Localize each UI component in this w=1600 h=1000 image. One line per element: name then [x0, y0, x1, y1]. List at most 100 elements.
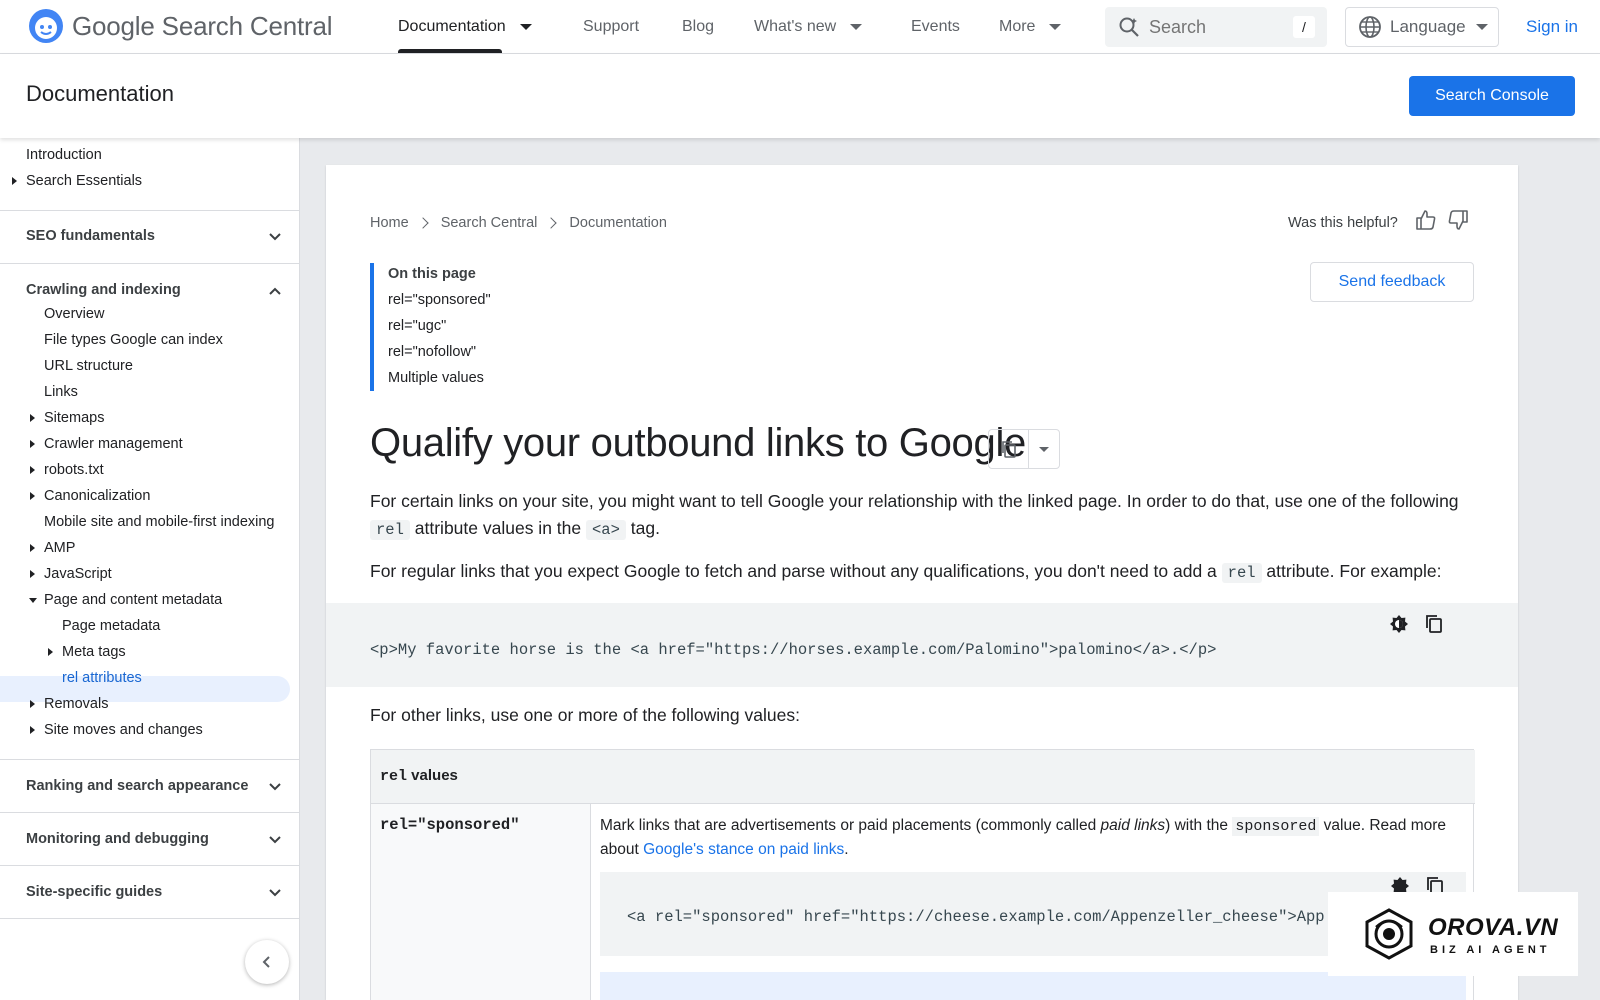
send-feedback-button[interactable]: Send feedback	[1310, 262, 1474, 302]
language-selector[interactable]: Language	[1345, 7, 1499, 47]
chevron-down-icon[interactable]	[268, 886, 282, 900]
breadcrumb-search-central[interactable]: Search Central	[441, 215, 538, 231]
sidebar-item-overview[interactable]: Overview	[44, 301, 104, 327]
collapse-arrow-icon	[29, 597, 37, 603]
chevron-down-icon[interactable]	[268, 833, 282, 847]
copy-icon	[1001, 441, 1016, 458]
expand-arrow-icon	[30, 440, 35, 448]
chevron-down-icon	[850, 24, 863, 30]
breadcrumb-home[interactable]: Home	[370, 215, 409, 231]
toc-item[interactable]: rel="ugc"	[388, 318, 446, 334]
chevron-down-icon	[1049, 24, 1062, 30]
toc-item[interactable]: rel="nofollow"	[388, 344, 476, 360]
chevron-right-icon	[545, 217, 558, 229]
sidebar-item-amp[interactable]: AMP	[30, 535, 75, 561]
search-console-button[interactable]: Search Console	[1409, 76, 1575, 116]
sidebar-item-page-metadata[interactable]: Page metadata	[62, 613, 160, 639]
chevron-left-icon	[262, 956, 270, 968]
globe-icon	[1359, 16, 1381, 38]
language-label: Language	[1390, 17, 1466, 36]
code-example-block: <p>My favorite horse is the <a href="htt…	[326, 603, 1518, 687]
table-header: rel values	[371, 750, 1475, 804]
site-logo[interactable]: Google Search Central	[28, 8, 332, 44]
sidebar-section-seo-fundamentals[interactable]: SEO fundamentals	[26, 228, 155, 244]
expand-arrow-icon	[30, 544, 35, 552]
paid-links-link[interactable]: Google's stance on paid links	[643, 841, 844, 858]
watermark-badge: OROVA.VN BIZ AI AGENT	[1328, 892, 1578, 976]
sidebar-item-url-structure[interactable]: URL structure	[44, 353, 133, 379]
code-text: <p>My favorite horse is the <a href="htt…	[370, 641, 1217, 659]
expand-arrow-icon	[30, 570, 35, 578]
sidebar-section-site-specific[interactable]: Site-specific guides	[26, 884, 162, 900]
note-callout	[600, 972, 1466, 1000]
sidebar-section-ranking[interactable]: Ranking and search appearance	[26, 778, 248, 794]
expand-arrow-icon	[12, 177, 17, 185]
sidebar-item-javascript[interactable]: JavaScript	[30, 561, 112, 587]
dark-mode-toggle-icon[interactable]	[1389, 614, 1409, 634]
sidebar-item-site-moves[interactable]: Site moves and changes	[30, 717, 203, 743]
table-of-contents: On this page rel="sponsored" rel="ugc" r…	[370, 263, 630, 391]
sidebar-item-introduction[interactable]: Introduction	[26, 142, 102, 168]
active-tab-indicator	[398, 49, 502, 53]
nav-more[interactable]: More	[999, 0, 1062, 54]
divider	[0, 812, 299, 813]
breadcrumb-documentation[interactable]: Documentation	[569, 215, 667, 231]
table-header-cell: rel values	[380, 767, 458, 785]
sign-in-link[interactable]: Sign in	[1526, 17, 1578, 37]
sidebar-item-rel-attributes[interactable]: rel attributes	[62, 665, 142, 691]
thumbs-down-icon[interactable]	[1447, 209, 1469, 231]
badge-title: OROVA.VN	[1428, 914, 1559, 941]
expand-arrow-icon	[48, 648, 53, 656]
divider	[0, 263, 299, 264]
nav-documentation[interactable]: Documentation	[398, 0, 532, 54]
toc-item[interactable]: Multiple values	[388, 370, 484, 386]
sidebar-section-monitoring[interactable]: Monitoring and debugging	[26, 831, 209, 847]
search-box[interactable]: /	[1105, 7, 1327, 47]
copy-icon[interactable]	[1424, 614, 1444, 634]
top-navigation-bar: Google Search Central Documentation Supp…	[0, 0, 1600, 54]
toc-item[interactable]: rel="sponsored"	[388, 292, 491, 308]
sidebar-item-crawler-management[interactable]: Crawler management	[30, 431, 183, 457]
sidebar-item-robots-txt[interactable]: robots.txt	[30, 457, 104, 483]
nav-whats-new[interactable]: What's new	[754, 0, 863, 54]
divider	[0, 865, 299, 866]
rel-values-table: rel values rel="sponsored" Mark links th…	[370, 749, 1475, 1000]
nav-blog[interactable]: Blog	[682, 0, 714, 54]
intro-paragraph: For certain links on your site, you migh…	[370, 491, 1459, 540]
copy-options-dropdown[interactable]	[1029, 430, 1059, 468]
search-central-logo-icon	[29, 9, 63, 43]
sidebar-section-crawling-and-indexing[interactable]: Crawling and indexing	[26, 282, 181, 298]
sidebar-item-page-content-metadata[interactable]: Page and content metadata	[29, 587, 222, 613]
thumbs-up-icon[interactable]	[1415, 209, 1437, 231]
rel-sponsored-label: rel="sponsored"	[380, 816, 520, 834]
search-input[interactable]	[1149, 16, 1279, 38]
chevron-up-icon[interactable]	[268, 284, 282, 298]
sidebar-item-file-types[interactable]: File types Google can index	[44, 327, 223, 353]
divider	[0, 210, 299, 211]
sidebar-item-links[interactable]: Links	[44, 379, 78, 405]
search-shortcut-key: /	[1293, 16, 1315, 38]
expand-arrow-icon	[30, 414, 35, 422]
orova-logo-icon	[1365, 908, 1413, 960]
sidebar-item-search-essentials[interactable]: Search Essentials	[12, 168, 142, 194]
collapse-sidebar-button[interactable]	[245, 940, 289, 984]
sidebar-item-sitemaps[interactable]: Sitemaps	[30, 405, 104, 431]
chevron-down-icon[interactable]	[268, 780, 282, 794]
copy-button[interactable]	[989, 430, 1029, 468]
breadcrumb: Home Search Central Documentation	[370, 215, 667, 231]
table-row-description: Mark links that are advertisements or pa…	[600, 817, 1447, 858]
sidebar-item-removals[interactable]: Removals	[30, 691, 108, 717]
nav-events[interactable]: Events	[911, 0, 960, 54]
chevron-down-icon	[1475, 24, 1488, 30]
copy-page-button-group	[988, 429, 1060, 469]
chevron-right-icon	[417, 217, 429, 229]
page-title: Qualify your outbound links to Google	[370, 421, 1026, 465]
sidebar-item-canonicalization[interactable]: Canonicalization	[30, 483, 150, 509]
other-links-paragraph: For other links, use one or more of the …	[370, 705, 800, 725]
sidebar-item-mobile-first[interactable]: Mobile site and mobile-first indexing	[44, 509, 275, 535]
sidebar-item-meta-tags[interactable]: Meta tags	[48, 639, 126, 665]
chevron-down-icon[interactable]	[268, 230, 282, 244]
helpful-prompt: Was this helpful?	[1288, 215, 1398, 231]
nav-support[interactable]: Support	[583, 0, 639, 54]
search-icon	[1119, 17, 1139, 37]
